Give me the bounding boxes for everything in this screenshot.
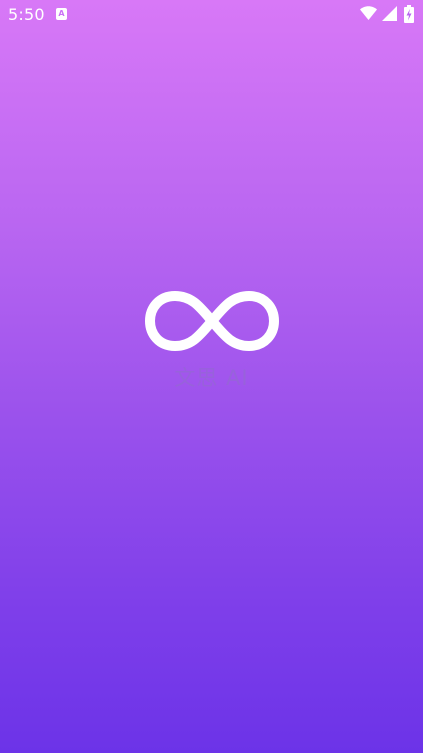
app-notification-icon: A [56,8,67,20]
status-bar: 5:50 A [0,0,423,30]
status-time: 5:50 [8,5,45,24]
brand-name: 文思 AI [174,366,249,390]
wifi-icon [360,6,377,20]
splash-screen: 5:50 A 文思 AI [0,0,423,753]
infinity-icon [145,291,279,351]
app-notification-letter: A [58,9,65,18]
battery-charging-icon [404,5,414,23]
signal-icon [382,6,397,21]
